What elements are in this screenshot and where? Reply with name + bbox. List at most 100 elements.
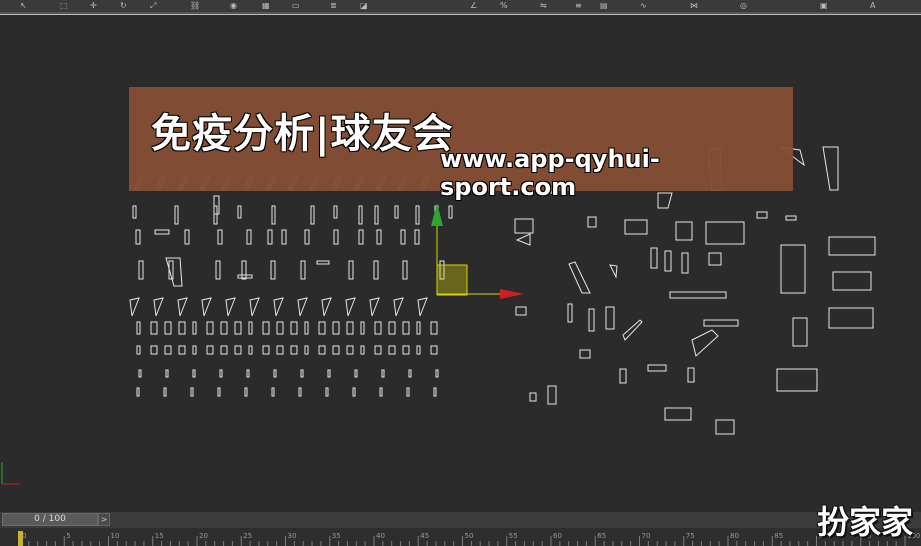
- spline-shape[interactable]: [248, 321, 253, 335]
- curve-icon[interactable]: ∿: [640, 1, 647, 10]
- spline-shape[interactable]: [332, 321, 340, 335]
- spline-shape[interactable]: [237, 274, 253, 279]
- grid-icon[interactable]: ▦: [262, 1, 270, 10]
- spline-shape[interactable]: [178, 345, 186, 355]
- link-icon[interactable]: ⛓: [190, 1, 200, 10]
- spline-shape[interactable]: [310, 205, 315, 225]
- gizmo-y-arrow[interactable]: [431, 203, 443, 226]
- move-icon[interactable]: ✛: [90, 1, 97, 10]
- spline-shape[interactable]: [304, 229, 310, 245]
- gizmo-xy-plane[interactable]: [436, 264, 468, 296]
- spline-shape[interactable]: [388, 345, 396, 355]
- spline-shape[interactable]: [358, 229, 364, 245]
- spline-shape[interactable]: [374, 345, 382, 355]
- spline-shape[interactable]: [345, 297, 356, 317]
- spline-shape[interactable]: [165, 369, 169, 378]
- spline-shape[interactable]: [417, 297, 428, 317]
- spline-shape[interactable]: [138, 260, 144, 280]
- spline-shape[interactable]: [675, 221, 693, 241]
- spline-shape[interactable]: [273, 297, 284, 317]
- spline-shape[interactable]: [650, 247, 658, 269]
- spline-shape[interactable]: [241, 260, 247, 280]
- spline-shape[interactable]: [206, 345, 214, 355]
- spline-shape[interactable]: [136, 321, 141, 335]
- spline-shape[interactable]: [374, 321, 382, 335]
- spline-shape[interactable]: [297, 297, 308, 317]
- spline-shape[interactable]: [664, 250, 672, 272]
- spline-shape[interactable]: [547, 385, 557, 405]
- percent-snap-icon[interactable]: %: [500, 1, 508, 10]
- spline-shape[interactable]: [262, 345, 270, 355]
- spline-shape[interactable]: [276, 321, 284, 335]
- spline-shape[interactable]: [290, 345, 298, 355]
- spline-shape[interactable]: [150, 321, 158, 335]
- selection-region-icon[interactable]: ▭: [292, 1, 300, 10]
- spline-shape[interactable]: [394, 205, 399, 219]
- spline-shape[interactable]: [822, 146, 839, 191]
- spline-shape[interactable]: [276, 345, 284, 355]
- spline-shape[interactable]: [393, 297, 404, 317]
- spline-shape[interactable]: [374, 205, 379, 225]
- spline-shape[interactable]: [201, 297, 212, 317]
- spline-shape[interactable]: [568, 261, 591, 294]
- mirror-icon[interactable]: ⇋: [540, 1, 547, 10]
- align-icon[interactable]: ≡: [575, 1, 582, 10]
- spline-shape[interactable]: [132, 205, 137, 219]
- spline-shape[interactable]: [217, 229, 223, 245]
- spline-shape[interactable]: [192, 345, 197, 355]
- spline-shape[interactable]: [184, 229, 190, 245]
- spline-shape[interactable]: [165, 257, 183, 287]
- spline-shape[interactable]: [756, 211, 768, 219]
- spline-shape[interactable]: [360, 321, 365, 335]
- text-icon[interactable]: A: [870, 1, 875, 10]
- spline-shape[interactable]: [587, 216, 597, 228]
- spline-shape[interactable]: [415, 205, 420, 225]
- spline-shape[interactable]: [354, 369, 358, 378]
- spline-shape[interactable]: [579, 349, 591, 359]
- spline-shape[interactable]: [588, 308, 595, 332]
- spline-shape[interactable]: [515, 233, 531, 246]
- spline-shape[interactable]: [190, 387, 194, 397]
- spline-shape[interactable]: [244, 387, 248, 397]
- spline-shape[interactable]: [246, 229, 252, 245]
- material-icon[interactable]: ◎: [740, 1, 747, 10]
- spline-shape[interactable]: [832, 271, 872, 291]
- spline-shape[interactable]: [622, 319, 643, 341]
- angle-snap-icon[interactable]: ∠: [470, 1, 477, 10]
- spline-shape[interactable]: [248, 345, 253, 355]
- spline-shape[interactable]: [408, 369, 412, 378]
- spline-shape[interactable]: [402, 260, 408, 280]
- spline-shape[interactable]: [333, 229, 339, 245]
- spline-shape[interactable]: [514, 218, 534, 234]
- spline-shape[interactable]: [237, 205, 242, 219]
- spline-shape[interactable]: [234, 321, 242, 335]
- spline-shape[interactable]: [669, 291, 727, 299]
- spline-shape[interactable]: [217, 387, 221, 397]
- spline-shape[interactable]: [360, 345, 365, 355]
- timeline-ruler[interactable]: 0 5 10 15 20 25 30 35 40 45 50 55 60 65 70 75 80 85 90 95 10…: [0, 528, 921, 546]
- spline-shape[interactable]: [129, 297, 140, 317]
- spline-shape[interactable]: [300, 260, 306, 280]
- spline-shape[interactable]: [164, 345, 172, 355]
- spline-shape[interactable]: [358, 205, 363, 225]
- spline-shape[interactable]: [373, 260, 379, 280]
- spline-shape[interactable]: [220, 345, 228, 355]
- spline-shape[interactable]: [270, 260, 276, 280]
- spline-shape[interactable]: [687, 367, 695, 383]
- spline-shape[interactable]: [402, 345, 410, 355]
- spline-shape[interactable]: [135, 229, 141, 245]
- spline-shape[interactable]: [300, 369, 304, 378]
- spline-shape[interactable]: [715, 419, 735, 435]
- layer-icon[interactable]: ▤: [600, 1, 608, 10]
- spline-shape[interactable]: [267, 229, 273, 245]
- spline-shape[interactable]: [163, 387, 167, 397]
- spline-shape[interactable]: [664, 407, 692, 421]
- spline-shape[interactable]: [271, 205, 276, 225]
- spline-shape[interactable]: [388, 321, 396, 335]
- gizmo-x-arrow[interactable]: [500, 289, 524, 299]
- spline-shape[interactable]: [369, 297, 380, 317]
- spline-shape[interactable]: [776, 368, 818, 392]
- spline-shape[interactable]: [515, 306, 527, 316]
- spline-shape[interactable]: [136, 345, 141, 355]
- snap-icon[interactable]: ◪: [360, 1, 368, 10]
